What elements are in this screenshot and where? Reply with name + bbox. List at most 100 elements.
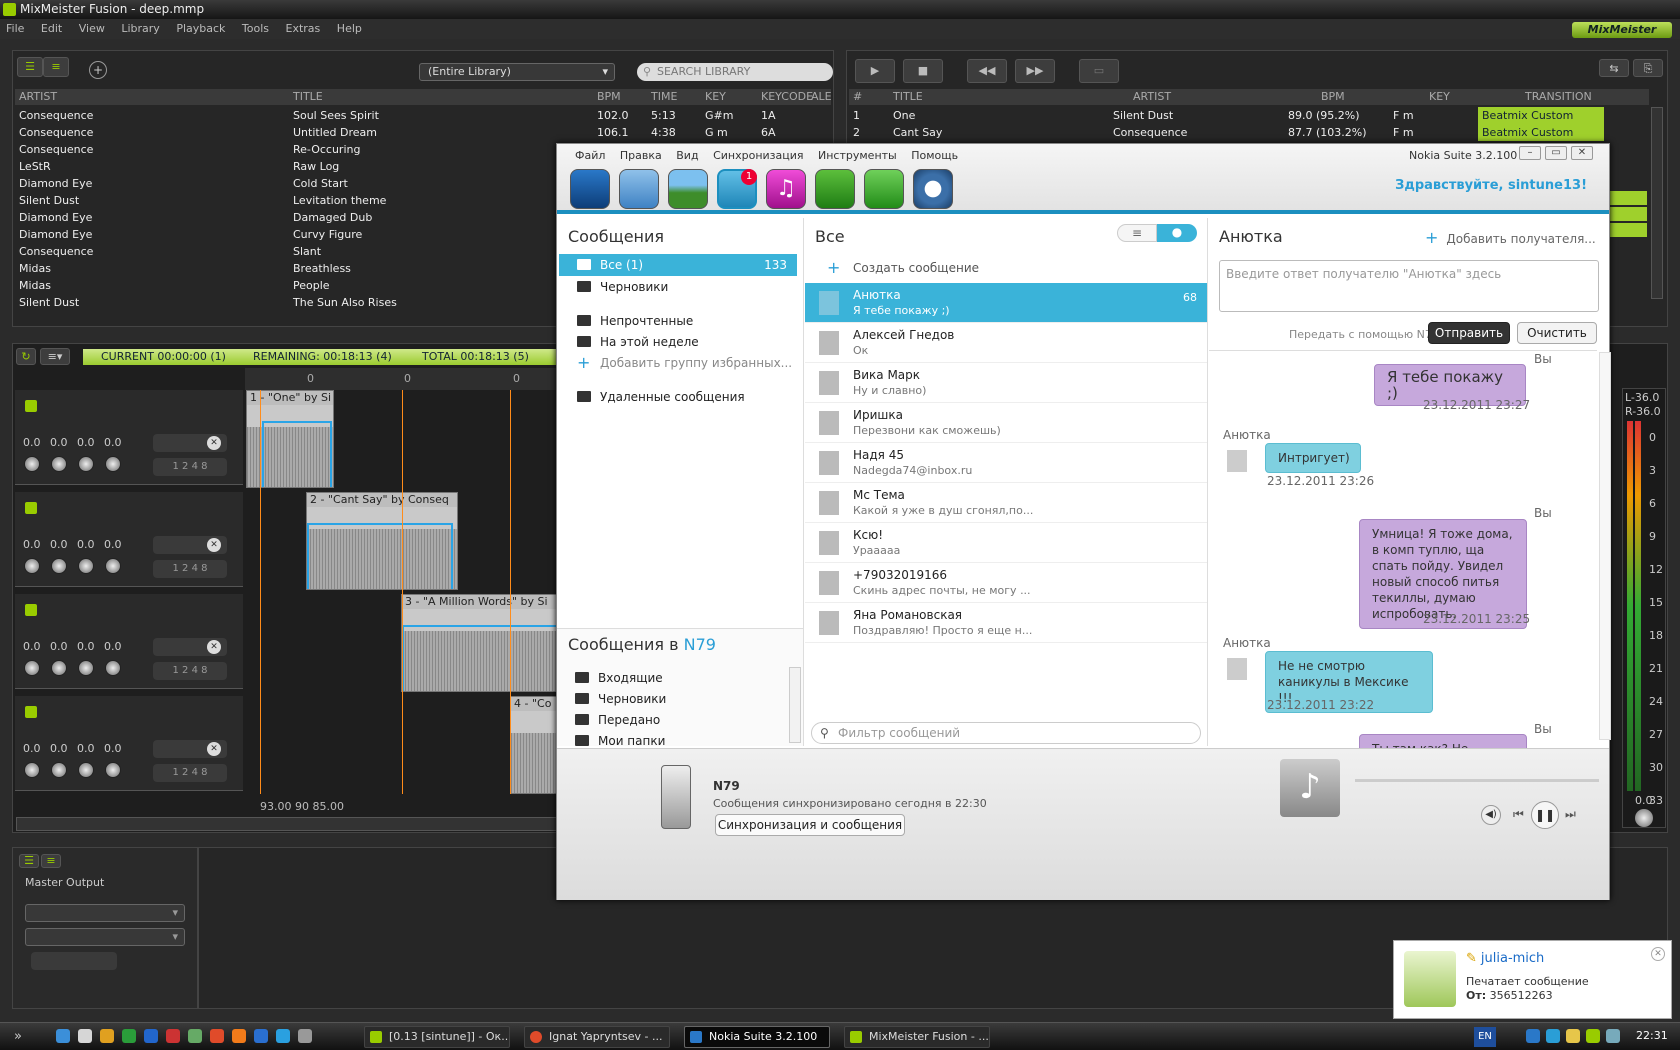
knob[interactable] [24, 558, 40, 574]
knob[interactable] [105, 762, 121, 778]
quicklaunch-browser-icon[interactable] [210, 1029, 224, 1043]
previous-icon[interactable]: ◀◀ [967, 59, 1007, 83]
conversation-item[interactable]: Надя 45 Nadegda74@inbox.ru [805, 443, 1207, 483]
volume-icon[interactable]: ◀) [1481, 805, 1501, 825]
beat-buttons[interactable]: 1 2 4 8 [153, 662, 227, 680]
col-artist[interactable]: ARTIST [19, 89, 57, 105]
conversation-item[interactable]: Ксю! Урааааа [805, 523, 1207, 563]
beat-buttons[interactable]: 1 2 4 8 [153, 458, 227, 476]
nk-menu-tools[interactable]: Инструменты [818, 149, 897, 162]
reply-textbox[interactable]: Введите ответ получателю "Анютка" здесь [1219, 260, 1599, 312]
menu-help[interactable]: Help [337, 22, 362, 35]
clear-button[interactable]: Очистить [1517, 322, 1597, 344]
task-mixmeister[interactable]: MixMeister Fusion - ... [844, 1026, 990, 1048]
knob[interactable] [51, 456, 67, 472]
master-output-select-2[interactable]: ▾ [25, 928, 185, 946]
close-icon[interactable]: ✕ [1651, 947, 1665, 961]
beat-buttons[interactable]: 1 2 4 8 [153, 560, 227, 578]
knob[interactable] [78, 660, 94, 676]
detail-view-icon[interactable]: ≡ [43, 57, 69, 77]
folder-unread[interactable]: Непрочтенные [559, 310, 797, 332]
list-view-icon[interactable]: ☰ [17, 57, 43, 77]
knob[interactable] [24, 762, 40, 778]
export-icon[interactable]: ⎘ [1633, 59, 1663, 77]
add-recipient-button[interactable]: + Добавить получателя... [1425, 228, 1596, 247]
messages-icon[interactable]: 1 [717, 169, 757, 209]
quicklaunch-firefox-icon[interactable] [232, 1029, 246, 1043]
playlist-row[interactable]: 2 Cant Say Consequence 87.7 (103.2%) F m Beat… [849, 124, 1649, 141]
contact-view-toggle[interactable]: ● [1157, 224, 1197, 242]
conversation-item[interactable]: Алексей Гнедов Ок [805, 323, 1207, 363]
track-icon[interactable] [25, 400, 37, 412]
col-transition[interactable]: TRANSITION [1525, 89, 1592, 105]
knob[interactable] [105, 456, 121, 472]
clip-3[interactable]: 3 - "A Million Words" by Si [401, 594, 561, 692]
knob[interactable] [24, 660, 40, 676]
conversation-item[interactable]: Иришка Перезвони как сможешь) [805, 403, 1207, 443]
pause-icon[interactable]: ❚❚ [1531, 801, 1559, 829]
knob[interactable] [51, 558, 67, 574]
minimize-icon[interactable]: – [1519, 146, 1541, 160]
remove-track-icon[interactable]: ✕ [207, 436, 221, 450]
refresh-icon[interactable]: ↻ [16, 348, 36, 365]
col-pl-key[interactable]: KEY [1429, 89, 1450, 105]
playlist-row[interactable]: 1 One Silent Dust 89.0 (95.2%) F m Beatmix Cu… [849, 107, 1649, 124]
nk-menu-view[interactable]: Вид [676, 149, 698, 162]
options-icon[interactable]: ⇆ [1599, 59, 1629, 77]
qip-notification[interactable]: ✎ julia-mich Печатает сообщение От: 35651… [1393, 940, 1672, 1019]
library-scope-select[interactable]: (Entire Library) ▾ [419, 63, 615, 81]
menu-extras[interactable]: Extras [286, 22, 321, 35]
maps-icon[interactable] [815, 169, 855, 209]
folder-deleted[interactable]: Удаленные сообщения [559, 386, 797, 408]
nokia-home-icon[interactable] [570, 169, 610, 209]
knob[interactable] [51, 762, 67, 778]
detail-view-icon[interactable]: ≡ [41, 854, 61, 868]
col-pl-artist[interactable]: ARTIST [1133, 89, 1171, 105]
cue-marker[interactable] [510, 390, 511, 794]
conversation-item[interactable]: Яна Романовская Поздравляю! Просто я еще … [805, 603, 1207, 643]
remove-track-icon[interactable]: ✕ [207, 640, 221, 654]
track-icon[interactable] [25, 502, 37, 514]
clip-envelope[interactable] [307, 523, 453, 589]
transition-cell[interactable]: Beatmix Custom [1478, 107, 1604, 124]
master-output-select[interactable]: ▾ [25, 904, 185, 922]
library-row[interactable]: Consequence Untitled Dream 106.1 4:38 G m 6A [15, 124, 776, 141]
quicklaunch-skype-icon[interactable] [276, 1029, 290, 1043]
gallery-icon[interactable] [668, 169, 708, 209]
play-icon[interactable]: ▶ [855, 59, 895, 83]
menu-playback[interactable]: Playback [176, 22, 225, 35]
view-menu-icon[interactable]: ≡▾ [40, 348, 70, 365]
maximize-icon[interactable]: ▭ [1545, 146, 1567, 160]
col-key[interactable]: KEY [705, 89, 726, 105]
nk-menu-sync[interactable]: Синхронизация [713, 149, 803, 162]
conversation-item[interactable]: Анютка Я тебе покажу ;) 68 [805, 283, 1207, 323]
quicklaunch-app-icon[interactable] [254, 1029, 268, 1043]
list-view-toggle[interactable]: ≡ [1117, 224, 1157, 242]
quicklaunch-ie-icon[interactable] [56, 1029, 70, 1043]
cue-marker[interactable] [402, 390, 403, 794]
folder-all[interactable]: Все (1) 133 [559, 254, 797, 276]
col-pl-title[interactable]: TITLE [893, 89, 923, 105]
chat-scrollbar[interactable] [1599, 352, 1611, 740]
stop-icon[interactable]: ■ [903, 59, 943, 83]
clip-envelope[interactable] [262, 421, 332, 487]
nk-menu-edit[interactable]: Правка [620, 149, 662, 162]
tray-qip-icon[interactable] [1586, 1029, 1600, 1043]
library-row[interactable]: Consequence Soul Sees Spirit 102.0 5:13 G#m 1… [15, 107, 776, 124]
tray-volume-icon[interactable] [1606, 1029, 1620, 1043]
music-icon[interactable]: ♫ [766, 169, 806, 209]
tray-network-icon[interactable] [1546, 1029, 1560, 1043]
send-button[interactable]: Отправить [1428, 322, 1510, 344]
quicklaunch-app-icon[interactable] [188, 1029, 202, 1043]
create-message-button[interactable]: + Создать сообщение [805, 254, 1207, 282]
knob[interactable] [105, 558, 121, 574]
folder-drafts[interactable]: Черновики [559, 276, 797, 298]
menu-edit[interactable]: Edit [41, 22, 62, 35]
task-nokia-suite[interactable]: Nokia Suite 3.2.100 [684, 1026, 830, 1048]
menu-tools[interactable]: Tools [242, 22, 269, 35]
transition-cell[interactable]: Beatmix Custom [1478, 124, 1604, 141]
knob[interactable] [24, 456, 40, 472]
col-time[interactable]: TIME [651, 89, 677, 105]
sync-messages-button[interactable]: Синхронизация и сообщения [715, 814, 905, 836]
conversation-item[interactable]: Мс Тема Какой я уже в душ сгонял,по... [805, 483, 1207, 523]
